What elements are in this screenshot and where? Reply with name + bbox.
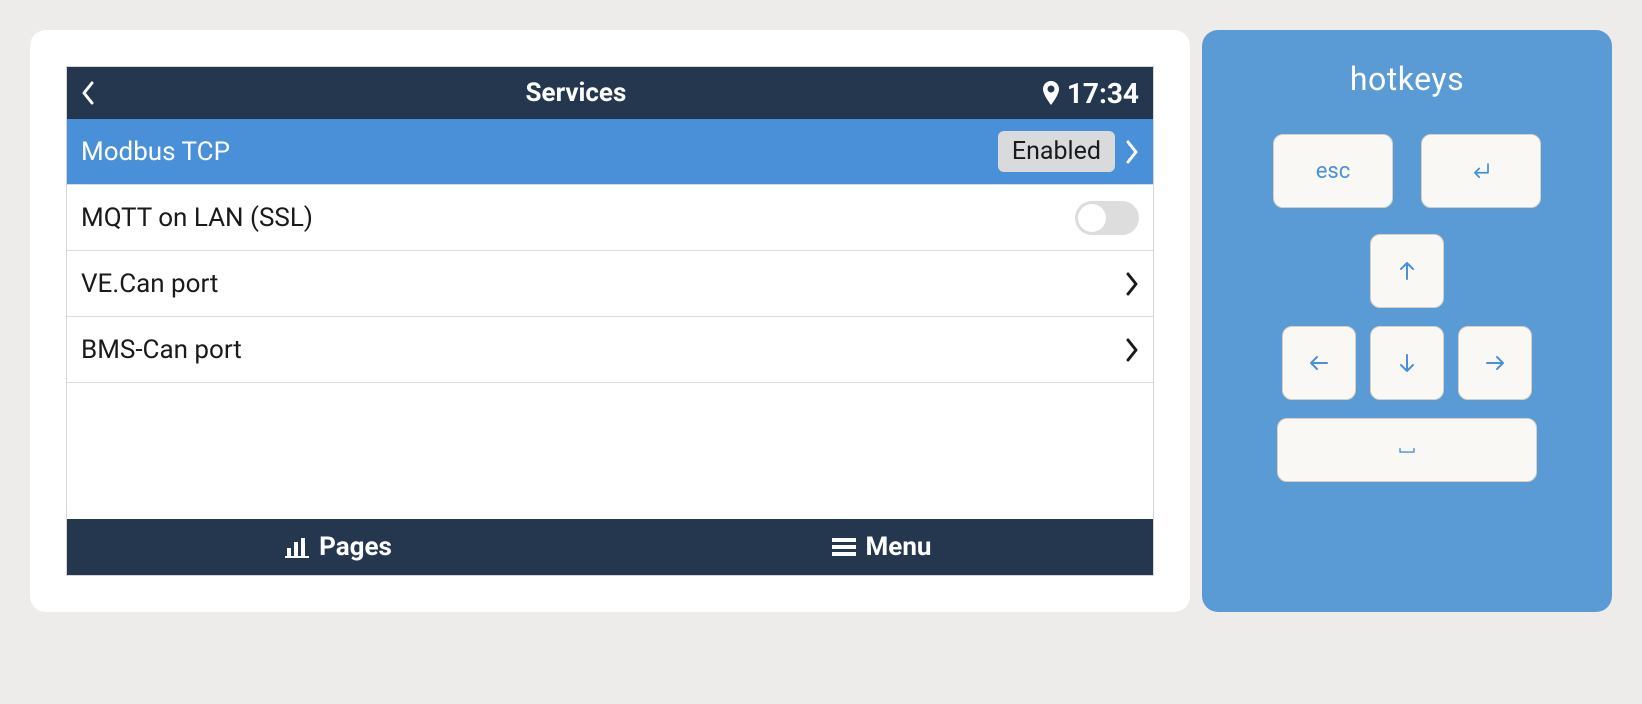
header-bar: Services 17:34 bbox=[67, 67, 1153, 119]
menu-label: Menu bbox=[866, 532, 932, 562]
bar-chart-icon bbox=[285, 536, 309, 558]
key-arrow-left[interactable] bbox=[1282, 326, 1356, 400]
menu-button[interactable]: Menu bbox=[610, 519, 1153, 575]
space-icon bbox=[1393, 436, 1421, 464]
row-bms-can-port[interactable]: BMS-Can port bbox=[67, 317, 1153, 383]
device-panel: Services 17:34 Modbus TCP Enabled bbox=[30, 30, 1190, 612]
device-screen: Services 17:34 Modbus TCP Enabled bbox=[66, 66, 1154, 576]
toggle-knob bbox=[1078, 204, 1106, 232]
row-label: MQTT on LAN (SSL) bbox=[81, 203, 1065, 233]
key-arrow-up[interactable] bbox=[1370, 234, 1444, 308]
footer-bar: Pages Menu bbox=[67, 519, 1153, 575]
page-title: Services bbox=[111, 78, 1041, 108]
header-right: 17:34 bbox=[1041, 77, 1139, 110]
back-button[interactable] bbox=[81, 81, 111, 105]
clock-time: 17:34 bbox=[1067, 77, 1139, 110]
key-enter[interactable] bbox=[1421, 134, 1541, 208]
arrow-up-icon bbox=[1393, 257, 1421, 285]
toggle-switch[interactable] bbox=[1075, 201, 1139, 235]
key-esc-label: esc bbox=[1316, 159, 1351, 184]
row-label: Modbus TCP bbox=[81, 137, 988, 167]
key-arrow-right[interactable] bbox=[1458, 326, 1532, 400]
key-row bbox=[1282, 326, 1532, 400]
row-mqtt-lan-ssl[interactable]: MQTT on LAN (SSL) bbox=[67, 185, 1153, 251]
key-row: esc bbox=[1273, 134, 1541, 208]
settings-list: Modbus TCP Enabled MQTT on LAN (SSL) VE.… bbox=[67, 119, 1153, 519]
arrow-down-icon bbox=[1393, 349, 1421, 377]
row-modbus-tcp[interactable]: Modbus TCP Enabled bbox=[67, 119, 1153, 185]
key-row bbox=[1277, 418, 1537, 482]
arrow-right-icon bbox=[1481, 349, 1509, 377]
chevron-right-icon bbox=[1125, 140, 1139, 164]
key-space[interactable] bbox=[1277, 418, 1537, 482]
hamburger-icon bbox=[832, 536, 856, 558]
pages-button[interactable]: Pages bbox=[67, 519, 610, 575]
key-arrow-down[interactable] bbox=[1370, 326, 1444, 400]
status-badge: Enabled bbox=[998, 131, 1115, 172]
hotkeys-title: hotkeys bbox=[1350, 60, 1464, 98]
enter-icon bbox=[1467, 157, 1495, 185]
arrow-left-icon bbox=[1305, 349, 1333, 377]
chevron-left-icon bbox=[81, 81, 95, 105]
row-ve-can-port[interactable]: VE.Can port bbox=[67, 251, 1153, 317]
chevron-right-icon bbox=[1125, 272, 1139, 296]
chevron-right-icon bbox=[1125, 338, 1139, 362]
location-pin-icon bbox=[1041, 79, 1061, 107]
key-esc[interactable]: esc bbox=[1273, 134, 1393, 208]
row-label: VE.Can port bbox=[81, 269, 1115, 299]
hotkeys-panel: hotkeys esc bbox=[1202, 30, 1612, 612]
pages-label: Pages bbox=[319, 532, 392, 562]
key-row bbox=[1370, 234, 1444, 308]
row-label: BMS-Can port bbox=[81, 335, 1115, 365]
